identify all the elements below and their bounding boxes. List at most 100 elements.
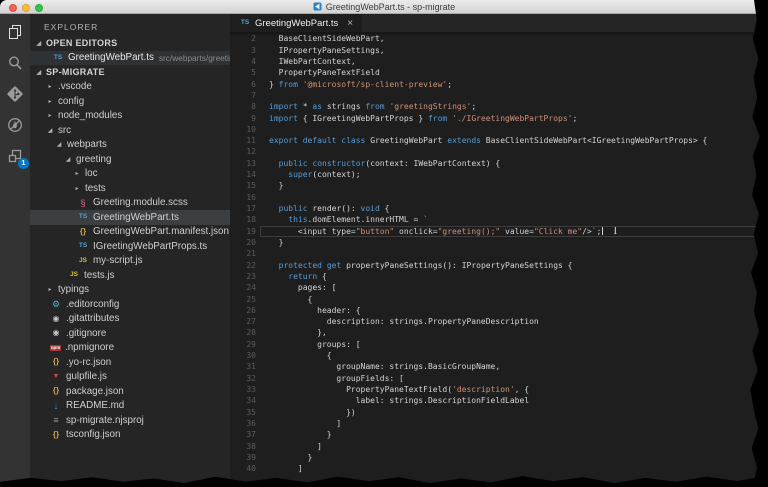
code-line-22[interactable]: 22 protected get propertyPaneSettings():… (230, 260, 768, 271)
code-text: public constructor(context: IWebPartCont… (256, 158, 500, 169)
code-line-2[interactable]: 2 BaseClientSideWebPart, (230, 33, 768, 44)
line-number: 30 (230, 350, 256, 361)
code-line-36[interactable]: 36 ] (230, 418, 768, 429)
code-line-23[interactable]: 23 return { (230, 271, 768, 282)
project-section-header[interactable]: ◢ SP-MIGRATE (30, 65, 230, 80)
code-line-7[interactable]: 7 (230, 90, 768, 101)
code-line-26[interactable]: 26 header: { (230, 305, 768, 316)
line-number: 20 (230, 237, 256, 248)
github-file-icon: ◉ (50, 328, 62, 338)
code-line-3[interactable]: 3 IPropertyPaneSettings, (230, 45, 768, 56)
code-line-14[interactable]: 14 super(context); (230, 169, 768, 180)
code-line-31[interactable]: 31 groupName: strings.BasicGroupName, (230, 361, 768, 372)
code-line-13[interactable]: 13 public constructor(context: IWebPartC… (230, 158, 768, 169)
tab-greetingwebpart[interactable]: TS GreetingWebPart.ts × (230, 14, 362, 32)
folder-src[interactable]: ◢src (30, 123, 230, 138)
code-line-24[interactable]: 24 pages: [ (230, 282, 768, 293)
code-text: public render(): void { (256, 203, 389, 214)
file-IGreetingWebPartProps.ts[interactable]: TSIGreetingWebPartProps.ts (30, 239, 230, 254)
code-line-32[interactable]: 32 groupFields: [ (230, 373, 768, 384)
file-package.json[interactable]: {}package.json (30, 384, 230, 399)
search-icon[interactable] (6, 54, 24, 72)
file-tests.js[interactable]: JStests.js (30, 268, 230, 283)
chevron-collapsed-icon: ▸ (46, 112, 54, 119)
line-number: 19 (230, 226, 256, 237)
maximize-window-button[interactable] (35, 4, 43, 12)
source-control-icon[interactable] (6, 85, 24, 103)
code-text: BaseClientSideWebPart, (256, 33, 385, 44)
code-line-19[interactable]: 19 <input type="button" onclick="greetin… (230, 226, 768, 237)
file-.gitattributes[interactable]: ◉.gitattributes (30, 312, 230, 327)
code-line-10[interactable]: 10 (230, 124, 768, 135)
chevron-collapsed-icon: ▸ (73, 170, 81, 177)
code-line-30[interactable]: 30 { (230, 350, 768, 361)
folder-webparts[interactable]: ◢webparts (30, 138, 230, 153)
extensions-icon[interactable]: 1 (6, 147, 24, 165)
folder-node_modules[interactable]: ▸node_modules (30, 109, 230, 124)
code-line-40[interactable]: 40 ] (230, 463, 768, 474)
code-line-4[interactable]: 4 IWebPartContext, (230, 56, 768, 67)
scss-file-icon: § (77, 198, 89, 208)
code-text: label: strings.DescriptionFieldLabel (256, 395, 529, 406)
code-line-6[interactable]: 6} from '@microsoft/sp-client-preview'; (230, 79, 768, 90)
close-window-button[interactable] (9, 4, 17, 12)
explorer-icon[interactable] (6, 23, 24, 41)
file-GreetingWebPart.manifest.json[interactable]: {}GreetingWebPart.manifest.json (30, 225, 230, 240)
code-line-9[interactable]: 9import { IGreetingWebPartProps } from '… (230, 113, 768, 124)
code-line-27[interactable]: 27 description: strings.PropertyPaneDesc… (230, 316, 768, 327)
file-.editorconfig[interactable]: ⚙.editorconfig (30, 297, 230, 312)
code-line-11[interactable]: 11export default class GreetingWebPart e… (230, 135, 768, 146)
debug-icon[interactable] (6, 116, 24, 134)
folder-config[interactable]: ▸config (30, 94, 230, 109)
folder-greeting[interactable]: ◢greeting (30, 152, 230, 167)
code-text: import { IGreetingWebPartProps } from '.… (256, 113, 577, 124)
file-README.md[interactable]: ↓README.md (30, 399, 230, 414)
file-.npmignore[interactable]: npm.npmignore (30, 341, 230, 356)
code-line-12[interactable]: 12 (230, 146, 768, 157)
file-GreetingWebPart.ts[interactable]: TSGreetingWebPart.ts (30, 210, 230, 225)
open-editor-item[interactable]: TS GreetingWebPart.ts src/webparts/greet… (30, 51, 230, 66)
code-line-29[interactable]: 29 groups: [ (230, 339, 768, 350)
editorconfig-file-icon: ⚙ (50, 299, 62, 309)
code-line-21[interactable]: 21 (230, 248, 768, 259)
folder-.vscode[interactable]: ▸.vscode (30, 80, 230, 95)
code-line-34[interactable]: 34 label: strings.DescriptionFieldLabel (230, 395, 768, 406)
folder-typings[interactable]: ▸typings (30, 283, 230, 298)
tree-item-label: Greeting.module.scss (93, 197, 188, 208)
code-line-38[interactable]: 38 ] (230, 441, 768, 452)
code-text: IPropertyPaneSettings, (256, 45, 385, 56)
file-Greeting.module.scss[interactable]: § Greeting.module.scss (30, 196, 230, 211)
file-gulpfile.js[interactable]: ▼gulpfile.js (30, 370, 230, 385)
code-line-18[interactable]: 18 this.domElement.innerHTML = ` (230, 214, 768, 225)
file-tsconfig.json[interactable]: {}tsconfig.json (30, 428, 230, 443)
code-text: header: { (256, 305, 361, 316)
minimize-window-button[interactable] (22, 4, 30, 12)
file-.gitignore[interactable]: ◉.gitignore (30, 326, 230, 341)
titlebar[interactable]: GreetingWebPart.ts - sp-migrate (0, 0, 768, 14)
code-line-16[interactable]: 16 (230, 192, 768, 203)
code-line-33[interactable]: 33 PropertyPaneTextField('description', … (230, 384, 768, 395)
file-sp-migrate.njsproj[interactable]: ≡sp-migrate.njsproj (30, 413, 230, 428)
code-line-8[interactable]: 8import * as strings from 'greetingStrin… (230, 101, 768, 112)
line-number: 34 (230, 395, 256, 406)
folder-tests[interactable]: ▸tests (30, 181, 230, 196)
code-line-28[interactable]: 28 }, (230, 327, 768, 338)
code-line-25[interactable]: 25 { (230, 294, 768, 305)
open-editors-header[interactable]: ◢ OPEN EDITORS (30, 36, 230, 51)
chevron-collapsed-icon: ▸ (46, 286, 54, 293)
code-line-37[interactable]: 37 } (230, 429, 768, 440)
code-line-39[interactable]: 39 } (230, 452, 768, 463)
code-editor[interactable]: 1import {2 BaseClientSideWebPart,3 IProp… (230, 32, 768, 487)
file-.yo-rc.json[interactable]: {}.yo-rc.json (30, 355, 230, 370)
json-file-icon: {} (50, 386, 62, 396)
code-line-17[interactable]: 17 public render(): void { (230, 203, 768, 214)
folder-loc[interactable]: ▸loc (30, 167, 230, 182)
line-number: 2 (230, 33, 256, 44)
code-line-5[interactable]: 5 PropertyPaneTextField (230, 67, 768, 78)
code-line-15[interactable]: 15 } (230, 180, 768, 191)
code-line-35[interactable]: 35 }) (230, 407, 768, 418)
tree-item-label: .npmignore (65, 342, 114, 353)
file-my-script.js[interactable]: JSmy-script.js (30, 254, 230, 269)
close-tab-icon[interactable]: × (347, 18, 353, 29)
code-line-20[interactable]: 20 } (230, 237, 768, 248)
